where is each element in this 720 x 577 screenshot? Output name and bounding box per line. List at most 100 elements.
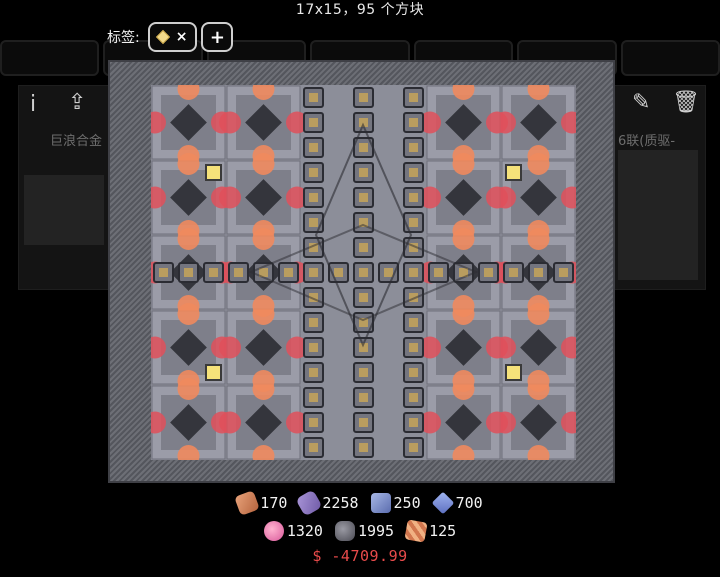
conveyor-core bbox=[359, 368, 368, 377]
reactor-heat bbox=[452, 295, 475, 317]
remove-tag-icon[interactable]: × bbox=[176, 29, 188, 45]
reactor-heat bbox=[219, 411, 241, 434]
reactor-heat bbox=[219, 111, 241, 134]
reactor-heat bbox=[527, 153, 550, 175]
requirements-panel: 170 2258 250 700 1320 1995 125 $ -4709.9… bbox=[0, 489, 720, 565]
conveyor-core bbox=[409, 368, 418, 377]
left-card-title: 巨浪合金 bbox=[50, 134, 103, 149]
reactor-heat bbox=[177, 153, 200, 175]
conveyor-core bbox=[309, 193, 318, 202]
copper-icon bbox=[234, 490, 261, 516]
cost-titanium: 250 bbox=[370, 493, 421, 513]
info-icon[interactable]: i bbox=[30, 92, 36, 117]
reactor-heat bbox=[527, 303, 550, 325]
tag-chip[interactable]: × bbox=[147, 22, 198, 52]
conveyor-core bbox=[184, 268, 193, 277]
reactor-heat bbox=[177, 303, 200, 325]
conveyor-core bbox=[409, 318, 418, 327]
conveyor-core bbox=[334, 268, 343, 277]
export-icon[interactable]: ⇪ bbox=[68, 90, 86, 115]
schematic-preview bbox=[108, 60, 615, 483]
conveyor-core bbox=[409, 393, 418, 402]
money-icon: $ bbox=[312, 547, 322, 565]
cost-silicon: 125 bbox=[404, 519, 456, 543]
conveyor-core bbox=[559, 268, 568, 277]
conveyor-core bbox=[409, 193, 418, 202]
cost-surge: 700 bbox=[431, 491, 483, 515]
power-node bbox=[205, 164, 222, 181]
right-card-title: 6联(质驱- bbox=[618, 134, 676, 149]
schematic-drawing bbox=[151, 85, 576, 460]
reactor-heat bbox=[252, 153, 275, 175]
conveyor-core bbox=[534, 268, 543, 277]
conveyor-core bbox=[309, 368, 318, 377]
reactor-heat bbox=[527, 228, 550, 250]
reactor-heat bbox=[252, 228, 275, 250]
silicon-icon bbox=[404, 519, 428, 543]
money-value: -4709.99 bbox=[331, 547, 408, 565]
conveyor-core bbox=[409, 218, 418, 227]
reactor-heat bbox=[452, 153, 475, 175]
conveyor-core bbox=[509, 268, 518, 277]
reactor-heat bbox=[486, 336, 508, 359]
conveyor-core bbox=[309, 418, 318, 427]
conveyor-core bbox=[359, 268, 368, 277]
conveyor-core bbox=[359, 393, 368, 402]
power-node bbox=[205, 364, 222, 381]
delete-icon[interactable]: 🗑 bbox=[672, 90, 700, 115]
conveyor-core bbox=[409, 93, 418, 102]
cost-copper: 170 bbox=[234, 490, 287, 516]
conveyor-core bbox=[409, 168, 418, 177]
conveyor-core bbox=[309, 168, 318, 177]
conveyor-core bbox=[484, 268, 493, 277]
surge-alloy-icon bbox=[431, 491, 454, 515]
conveyor-core bbox=[309, 218, 318, 227]
conveyor-core bbox=[359, 143, 368, 152]
money-total: $ -4709.99 bbox=[0, 547, 720, 565]
conveyor-core bbox=[309, 118, 318, 127]
conveyor-core bbox=[309, 343, 318, 352]
conveyor-core bbox=[309, 318, 318, 327]
reactor-heat bbox=[252, 295, 275, 317]
phase-fabric-icon bbox=[263, 521, 284, 541]
conveyor-core bbox=[409, 343, 418, 352]
power-node bbox=[505, 364, 522, 381]
reactor-heat bbox=[486, 111, 508, 134]
conveyor-core bbox=[309, 143, 318, 152]
conveyor-core bbox=[409, 418, 418, 427]
bg-slot bbox=[0, 40, 100, 76]
left-card-thumbnail bbox=[24, 175, 104, 245]
conveyor-core bbox=[159, 268, 168, 277]
conveyor-core bbox=[359, 443, 368, 452]
conveyor-core bbox=[359, 293, 368, 302]
reactor-heat bbox=[527, 370, 550, 392]
reactor-heat bbox=[486, 411, 508, 434]
conveyor-core bbox=[309, 443, 318, 452]
edit-icon[interactable]: ✎ bbox=[632, 90, 650, 115]
power-node bbox=[505, 164, 522, 181]
conveyor-core bbox=[409, 268, 418, 277]
add-tag-button[interactable]: + bbox=[201, 22, 234, 52]
reactor-heat bbox=[486, 186, 508, 209]
schematic-image bbox=[151, 85, 576, 460]
reactor-heat bbox=[177, 228, 200, 250]
reactor-heat bbox=[252, 370, 275, 392]
reactor-heat bbox=[219, 336, 241, 359]
reactor-heat bbox=[219, 186, 241, 209]
schematic-dimensions: 17x15，95 个方块 bbox=[295, 2, 425, 18]
tag-label: 标签: bbox=[107, 30, 140, 46]
bg-slot bbox=[620, 40, 720, 76]
conveyor-core bbox=[309, 268, 318, 277]
reactor-heat bbox=[452, 228, 475, 250]
conveyor-core bbox=[309, 393, 318, 402]
conveyor-core bbox=[434, 268, 443, 277]
conveyor-core bbox=[409, 143, 418, 152]
cost-plastanium: 2258 bbox=[295, 489, 359, 517]
tag-bar: 标签: × + bbox=[107, 22, 234, 52]
cost-phase: 1320 bbox=[263, 521, 323, 541]
conveyor-core bbox=[359, 93, 368, 102]
conveyor-core bbox=[359, 243, 368, 252]
conveyor-core bbox=[409, 443, 418, 452]
conveyor-core bbox=[359, 168, 368, 177]
reactor-heat bbox=[452, 370, 475, 392]
